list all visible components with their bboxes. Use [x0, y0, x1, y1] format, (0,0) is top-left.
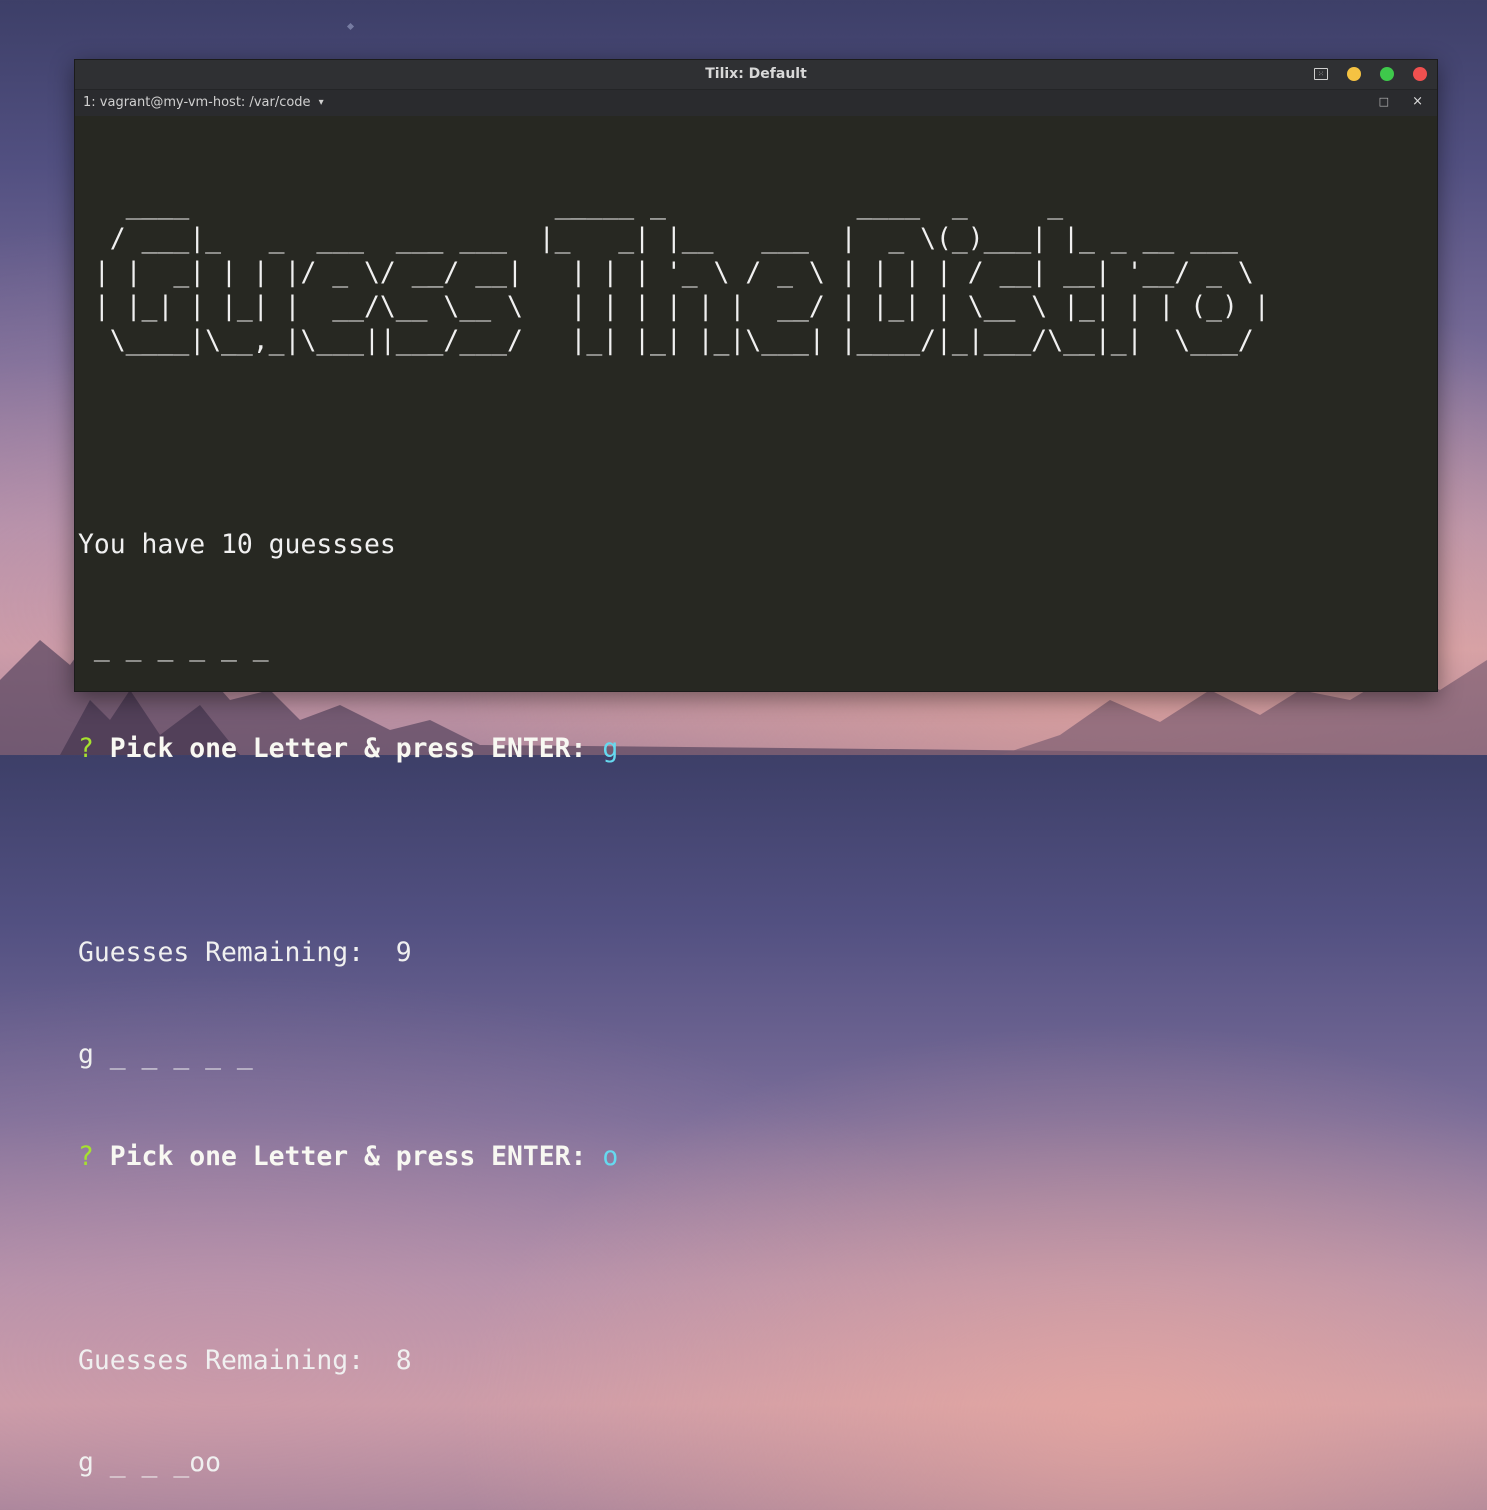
- word-progress: _ _ _ _ _ _: [78, 631, 269, 662]
- terminal-window: Tilix: Default ⁙ 1: vagrant@my-vm-host: …: [74, 59, 1438, 1478]
- maximize-terminal-icon[interactable]: □: [1379, 95, 1389, 108]
- terminal-output[interactable]: ____ _____ _ ____ _ _ / ___|_ _ ___ ___ …: [78, 120, 1434, 1478]
- window-title: Tilix: Default: [705, 66, 807, 82]
- word-progress: g _ _ _ _ _: [78, 1039, 253, 1070]
- prompt-mark: ?: [78, 733, 94, 764]
- session-bar: 1: vagrant@my-vm-host: /var/code ▾ □ ×: [75, 90, 1437, 116]
- word-progress: g _ _ _oo: [78, 1447, 221, 1478]
- intro-line: You have 10 guessses: [78, 529, 396, 560]
- prompt-mark: ?: [78, 1141, 94, 1172]
- chevron-down-icon[interactable]: ▾: [319, 97, 324, 108]
- minimize-button[interactable]: [1347, 67, 1361, 81]
- prompt-text: Pick one Letter & press ENTER:: [109, 1141, 603, 1172]
- terminal-layout-icon[interactable]: ⁙: [1314, 68, 1328, 80]
- maximize-button[interactable]: [1380, 67, 1394, 81]
- prompt-text: Pick one Letter & press ENTER:: [109, 733, 603, 764]
- prompt-answer: o: [602, 1141, 619, 1172]
- remaining-line: Guesses Remaining: 9: [78, 937, 412, 968]
- prompt-line: ? Pick one Letter & press ENTER: o: [78, 1140, 1434, 1174]
- close-terminal-icon[interactable]: ×: [1412, 94, 1423, 109]
- title-bar[interactable]: Tilix: Default ⁙: [75, 60, 1437, 90]
- session-tab[interactable]: 1: vagrant@my-vm-host: /var/code ▾: [83, 95, 324, 110]
- prompt-line: ? Pick one Letter & press ENTER: g: [78, 732, 1434, 766]
- close-button[interactable]: [1413, 67, 1427, 81]
- remaining-line: Guesses Remaining: 8: [78, 1345, 412, 1376]
- window-controls: ⁙: [1314, 67, 1427, 81]
- ascii-banner: ____ _____ _ ____ _ _ / ___|_ _ ___ ___ …: [93, 189, 1270, 356]
- prompt-answer: g: [602, 733, 619, 764]
- session-tab-label: 1: vagrant@my-vm-host: /var/code: [83, 95, 311, 110]
